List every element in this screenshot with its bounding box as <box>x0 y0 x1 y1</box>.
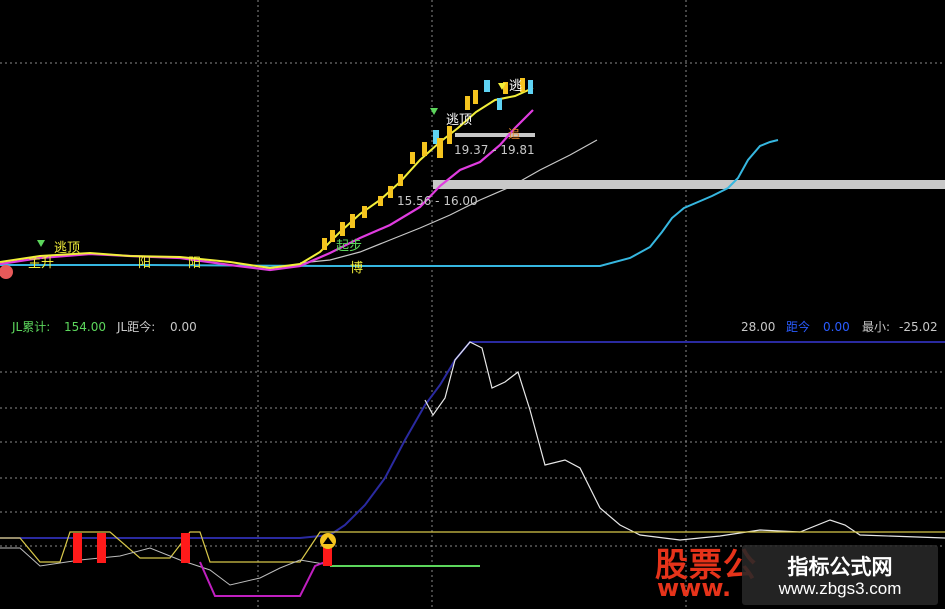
main-rise-label: 主升 <box>28 256 55 271</box>
grid-lines <box>0 0 945 609</box>
indicator-magenta-line <box>199 561 326 597</box>
watermark-box-url: www.zbgs3.com <box>778 579 902 598</box>
price-band-lower-label: 15.56 - 16.00 <box>397 194 478 208</box>
take-off-label: 起步 <box>336 239 363 254</box>
price-band-upper-label: 19.37 - 19.81 <box>454 143 535 157</box>
yang-label-1: 阳 <box>138 256 152 271</box>
jl-total-value: 154.00 <box>64 320 106 334</box>
small-tag-label: 追 <box>508 127 521 141</box>
price-marker-icon <box>0 265 13 279</box>
indicator-dark-blue-line <box>0 341 945 539</box>
indicator-grey-line <box>0 547 331 586</box>
down-arrow-1 <box>37 240 45 247</box>
watermark-box-title: 指标公式网 <box>787 555 893 579</box>
cyan-line <box>0 139 779 267</box>
indicator-header-bar: JL累计: 154.00 JL距今: 0.00 28.00 距今 0.00 最小… <box>0 318 945 336</box>
escape-top-label-3: 逃 <box>509 79 523 94</box>
down-arrow-2 <box>430 108 438 115</box>
buy-signal-icon <box>320 533 336 549</box>
yang-label-2: 阳 <box>188 256 202 271</box>
escape-top-label-1: 逃顶 <box>54 241 81 256</box>
escape-top-label-2: 逃顶 <box>446 113 473 128</box>
jl-total-label: JL累计: <box>12 320 51 334</box>
distance-now-value: 0.00 <box>823 320 850 334</box>
chase-label: 博 <box>350 261 364 276</box>
min-label: 最小: <box>862 320 891 334</box>
min-value: -25.02 <box>899 320 938 334</box>
distance-now-label: 距今 <box>786 320 811 334</box>
jl-distance-value: 0.00 <box>170 320 197 334</box>
stock-chart-canvas[interactable] <box>0 0 945 609</box>
watermark-box: 指标公式网 www.zbgs3.com <box>742 545 938 605</box>
watermark-left-url: www. <box>657 574 732 602</box>
right-value: 28.00 <box>741 320 776 334</box>
jl-distance-label: JL距今: <box>117 320 156 334</box>
price-band-grey-small <box>455 133 535 137</box>
